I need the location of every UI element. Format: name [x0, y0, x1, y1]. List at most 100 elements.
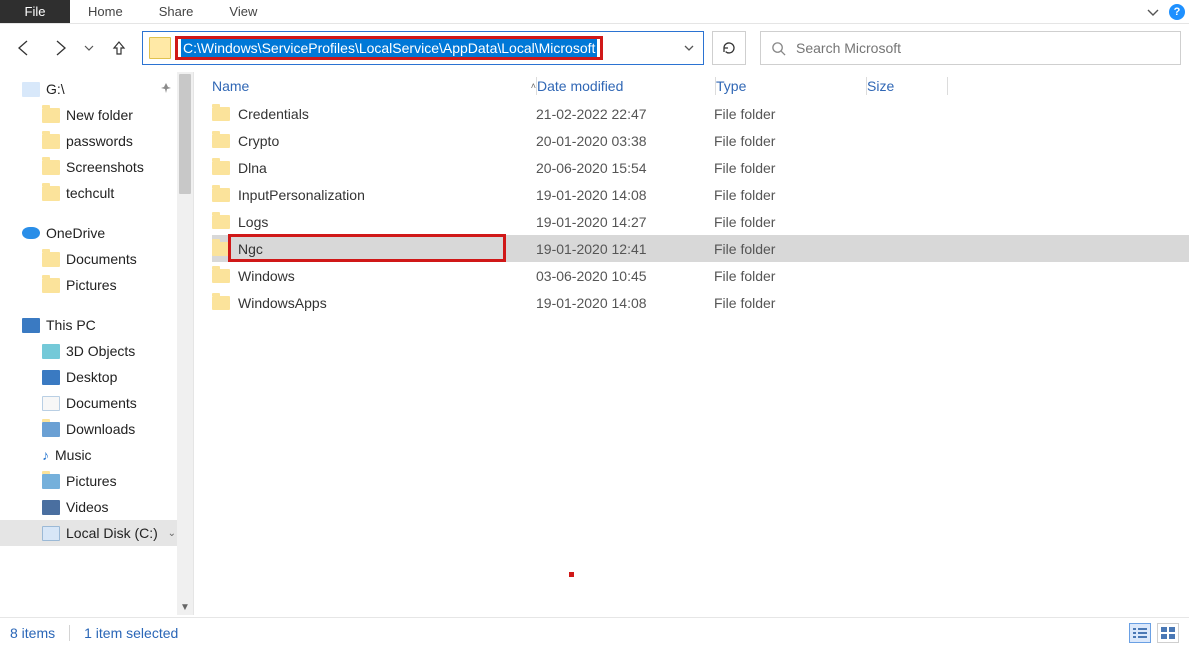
sidebar-item-label: Music	[55, 447, 92, 463]
share-tab[interactable]: Share	[141, 0, 212, 23]
file-row[interactable]: Dlna20-06-2020 15:54File folder	[212, 154, 1189, 181]
view-tab[interactable]: View	[211, 0, 275, 23]
sidebar-item-g-drive[interactable]: G:\	[0, 76, 178, 102]
column-header-type[interactable]: Type	[716, 78, 866, 94]
home-tab[interactable]: Home	[70, 0, 141, 23]
sidebar-item-label: 3D Objects	[66, 343, 135, 359]
file-row[interactable]: Windows03-06-2020 10:45File folder	[212, 262, 1189, 289]
search-input[interactable]	[796, 40, 1170, 56]
file-type: File folder	[714, 133, 864, 149]
folder-icon	[149, 37, 171, 59]
sidebar-item-pictures[interactable]: Pictures	[0, 468, 178, 494]
sidebar-item-onedrive[interactable]: OneDrive	[0, 220, 178, 246]
file-name: WindowsApps	[238, 295, 327, 311]
file-type: File folder	[714, 106, 864, 122]
refresh-button[interactable]	[712, 31, 746, 65]
scroll-down-icon[interactable]: ▼	[177, 600, 193, 615]
file-type: File folder	[714, 160, 864, 176]
sidebar-item-this-pc[interactable]: This PC	[0, 312, 178, 338]
thumbnails-view-button[interactable]	[1157, 623, 1179, 643]
folder-icon	[42, 160, 60, 175]
file-row[interactable]: Credentials 21-02-2022 22:47File folder	[212, 100, 1189, 127]
sidebar-item-3d-objects[interactable]: 3D Objects	[0, 338, 178, 364]
sidebar-item-label: passwords	[66, 133, 133, 149]
file-type: File folder	[714, 214, 864, 230]
forward-button[interactable]	[46, 34, 74, 62]
sidebar-item-videos[interactable]: Videos	[0, 494, 178, 520]
sidebar-item-label: Documents	[66, 251, 137, 267]
main-area: G:\ New folder passwords Screenshots tec…	[0, 72, 1189, 615]
folder-icon	[212, 107, 230, 121]
file-name: Windows	[238, 268, 295, 284]
file-date: 19-01-2020 12:41	[536, 241, 714, 257]
ribbon: File Home Share View ?	[0, 0, 1189, 24]
scrollbar-thumb[interactable]	[179, 74, 191, 194]
column-header-size[interactable]: Size	[867, 78, 947, 94]
sidebar-item-local-disk-c[interactable]: Local Disk (C:) ⌄	[0, 520, 178, 546]
expand-ribbon-icon[interactable]	[1141, 0, 1165, 23]
file-row[interactable]: Crypto20-01-2020 03:38File folder	[212, 127, 1189, 154]
search-box[interactable]	[760, 31, 1181, 65]
column-headers: Name ˄ Date modified Type Size	[194, 72, 1189, 100]
file-date: 19-01-2020 14:27	[536, 214, 714, 230]
sidebar-item-label: techcult	[66, 185, 114, 201]
documents-icon	[42, 396, 60, 411]
sidebar-item-label: This PC	[46, 317, 96, 333]
file-row[interactable]: Ngc19-01-2020 12:41File folder	[212, 235, 1189, 262]
address-bar[interactable]: C:\Windows\ServiceProfiles\LocalService\…	[142, 31, 704, 65]
sidebar-item-techcult[interactable]: techcult	[0, 180, 178, 206]
videos-icon	[42, 500, 60, 515]
file-date: 21-02-2022 22:47	[536, 106, 714, 122]
file-row[interactable]: WindowsApps19-01-2020 14:08File folder	[212, 289, 1189, 316]
back-button[interactable]	[10, 34, 38, 62]
column-header-label: Type	[716, 78, 746, 94]
sidebar-item-screenshots[interactable]: Screenshots	[0, 154, 178, 180]
status-selection: 1 item selected	[84, 625, 178, 641]
sidebar-item-desktop[interactable]: Desktop	[0, 364, 178, 390]
nav-pane: G:\ New folder passwords Screenshots tec…	[0, 72, 194, 615]
sidebar-item-label: Documents	[66, 395, 137, 411]
sidebar-item-music[interactable]: ♪ Music	[0, 442, 178, 468]
sidebar-item-onedrive-pictures[interactable]: Pictures	[0, 272, 178, 298]
column-header-date[interactable]: Date modified	[537, 78, 715, 94]
help-button[interactable]: ?	[1165, 0, 1189, 24]
annotation-dot	[569, 572, 574, 577]
onedrive-icon	[22, 227, 40, 239]
details-view-button[interactable]	[1129, 623, 1151, 643]
folder-icon	[212, 296, 230, 310]
history-dropdown[interactable]	[82, 34, 96, 62]
file-type: File folder	[714, 187, 864, 203]
folder-icon	[42, 278, 60, 293]
sidebar-item-label: Downloads	[66, 421, 135, 437]
sidebar-item-new-folder[interactable]: New folder	[0, 102, 178, 128]
drive-icon	[22, 82, 40, 97]
address-path[interactable]: C:\Windows\ServiceProfiles\LocalService\…	[181, 39, 597, 57]
nav-row: C:\Windows\ServiceProfiles\LocalService\…	[0, 24, 1189, 72]
sidebar-item-documents[interactable]: Documents	[0, 390, 178, 416]
file-row[interactable]: Logs19-01-2020 14:27File folder	[212, 208, 1189, 235]
sidebar-item-label: Screenshots	[66, 159, 144, 175]
status-item-count: 8 items	[10, 625, 55, 641]
folder-icon	[42, 134, 60, 149]
file-date: 19-01-2020 14:08	[536, 295, 714, 311]
column-header-label: Name	[212, 78, 249, 94]
sidebar-item-onedrive-documents[interactable]: Documents	[0, 246, 178, 272]
sidebar-item-label: Pictures	[66, 277, 117, 293]
sidebar-item-label: G:\	[46, 81, 65, 97]
column-header-label: Date modified	[537, 78, 623, 94]
file-name: Dlna	[238, 160, 267, 176]
column-header-label: Size	[867, 78, 894, 94]
music-icon: ♪	[42, 447, 49, 463]
file-name: Credentials	[238, 106, 309, 122]
column-header-name[interactable]: Name ˄	[212, 78, 536, 94]
up-button[interactable]	[104, 33, 134, 63]
file-menu[interactable]: File	[0, 0, 70, 23]
file-row[interactable]: InputPersonalization19-01-2020 14:08File…	[212, 181, 1189, 208]
sidebar-item-passwords[interactable]: passwords	[0, 128, 178, 154]
sidebar-scrollbar[interactable]: ▲ ▼	[177, 72, 193, 615]
search-icon	[771, 41, 786, 56]
sidebar-item-downloads[interactable]: Downloads	[0, 416, 178, 442]
folder-icon	[42, 252, 60, 267]
chevron-down-icon: ⌄	[168, 528, 176, 539]
address-dropdown-chevron-icon[interactable]	[675, 42, 703, 54]
